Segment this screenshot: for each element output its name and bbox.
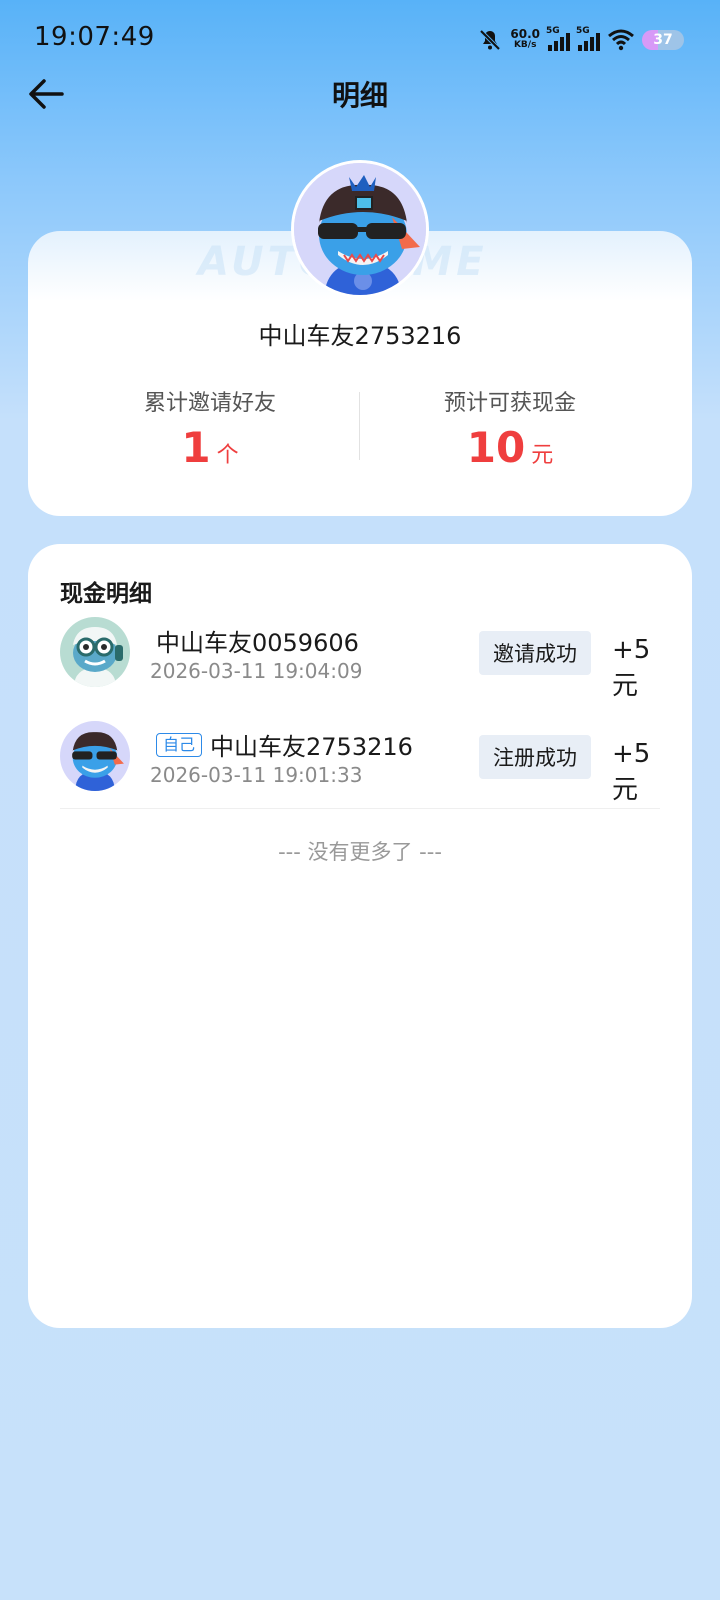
battery-indicator: 37 [642, 30, 684, 50]
invited-friends-label: 累计邀请好友 [143, 391, 276, 416]
row-status-badge: 注册成功 [479, 735, 591, 779]
row-status-badge: 邀请成功 [479, 631, 591, 675]
invited-friends-value-group: 1个 [60, 423, 360, 472]
row-timestamp: 2026-03-11 19:01:33 [150, 763, 363, 787]
status-icons: 60.0 KB/s 5G 5G 37 [478, 26, 684, 54]
signal-2-icon: 5G [576, 26, 600, 51]
row-amount: +5元 [612, 739, 651, 805]
invited-friends-stat: 累计邀请好友 1个 [60, 385, 360, 472]
sim2-label: 5G [576, 26, 590, 36]
network-speed-unit: KB/s [513, 40, 537, 50]
mascot-avatar-icon [294, 163, 426, 295]
list-divider [60, 808, 660, 809]
row-username: 中山车友0059606 [156, 623, 359, 658]
page-title: 明细 [331, 79, 388, 112]
cash-detail-card: 现金明细 中山车友0059606 2026-03-11 19:04:09 邀请成… [28, 544, 692, 1328]
row-username-text: 中山车友2753216 [210, 733, 413, 761]
row-timestamp: 2026-03-11 19:04:09 [150, 659, 363, 683]
detail-row: 自己 中山车友2753216 2026-03-11 19:01:33 注册成功 … [60, 721, 660, 805]
mascot-avatar-icon [60, 617, 130, 687]
expected-cash-label: 预计可获现金 [443, 391, 576, 416]
cash-detail-title: 现金明细 [60, 581, 152, 607]
status-time: 19:07:49 [34, 22, 155, 52]
mute-bell-icon [479, 29, 501, 51]
row-username: 自己 中山车友2753216 [156, 727, 413, 762]
row-username-text: 中山车友0059606 [156, 629, 359, 657]
detail-row: 中山车友0059606 2026-03-11 19:04:09 邀请成功 +5元 [60, 617, 660, 701]
row-amount: +5元 [612, 635, 651, 701]
sim1-label: 5G [546, 26, 560, 36]
profile-username: 中山车友2753216 [258, 322, 462, 350]
invited-friends-count: 1 [181, 423, 211, 472]
expected-cash-stat: 预计可获现金 10 元 [360, 385, 660, 472]
expected-cash-value-group: 10 元 [360, 423, 660, 472]
battery-level: 37 [653, 32, 673, 48]
self-tag: 自己 [156, 732, 203, 757]
network-speed-value: 60.0 [510, 27, 540, 41]
user-avatar [291, 160, 429, 298]
signal-1-icon: 5G [546, 26, 570, 51]
mascot-avatar-icon [60, 721, 130, 791]
expected-cash-unit: 元 [531, 443, 554, 468]
network-speed: 60.0 KB/s [510, 27, 540, 51]
row-avatar [60, 617, 130, 687]
invited-friends-unit: 个 [216, 443, 239, 468]
wifi-icon [608, 29, 634, 51]
expected-cash-amount: 10 [466, 423, 526, 472]
nav-bar: 明细 [0, 64, 720, 124]
no-more-text: --- 没有更多了 --- [278, 840, 442, 864]
row-avatar [60, 721, 130, 791]
